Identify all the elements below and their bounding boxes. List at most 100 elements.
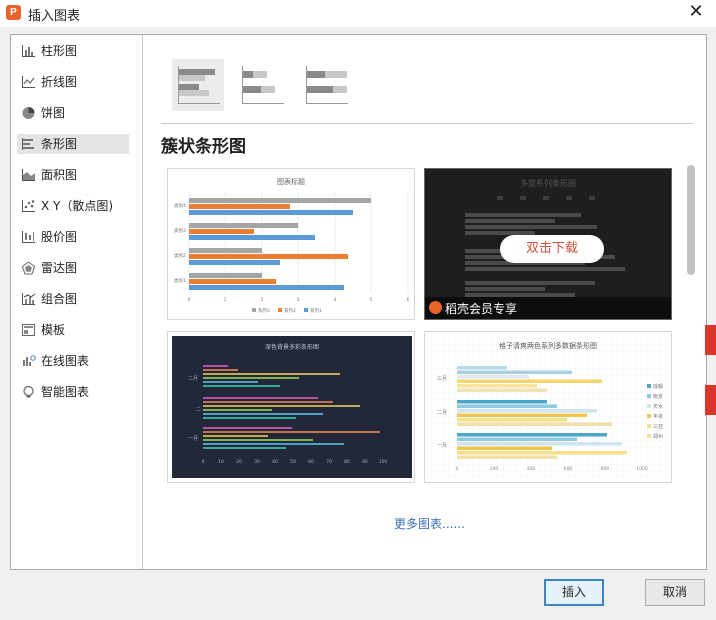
sidebar-item-label: 在线图表	[41, 354, 90, 368]
chart-type-sidebar: 柱形图 折线图 饼图 条形图 面积图 X Y（散点图) 股价图 雷达图 组合图 …	[11, 35, 143, 569]
radar-chart-icon	[21, 261, 36, 275]
template-card-navy[interactable]: 深色背景多彩条形图 二月 二 一月 0 10 20 30 40 50 60 70 80 90 100	[167, 331, 415, 483]
sidebar-item-label: 折线图	[41, 75, 78, 89]
sidebar-item-bar[interactable]: 条形图	[17, 134, 129, 154]
tick-label: 5	[370, 297, 373, 303]
tick-label: 50	[290, 459, 296, 465]
preview-title: 格子清爽两色系列多数据条形图	[499, 341, 597, 350]
sidebar-item-template[interactable]: 模板	[17, 320, 129, 340]
line-chart-icon	[22, 76, 35, 88]
legend-label: 成都	[653, 383, 663, 390]
sidebar-item-column[interactable]: 柱形图	[17, 41, 129, 61]
tick-label: 10	[218, 459, 224, 465]
column-chart-icon	[22, 45, 35, 57]
category-label: 二	[196, 407, 201, 413]
tick-label: 600	[564, 466, 573, 472]
sidebar-item-line[interactable]: 折线图	[17, 72, 129, 92]
member-label: 稻壳会员专享	[445, 302, 518, 316]
tick-label: 0	[202, 459, 205, 465]
template-preview-navy: 深色背景多彩条形图 二月 二 一月 0 10 20 30 40 50 60 70 80 90 100	[168, 332, 414, 482]
section-heading: 簇状条形图	[161, 137, 246, 157]
category-label: 类别1	[174, 277, 186, 284]
tick-label: 0	[456, 466, 459, 472]
sidebar-item-scatter[interactable]: X Y（散点图)	[17, 196, 129, 216]
template-card-basic[interactable]: 图表标题 类别4 类别3 类别2 类别1 0123456 系列3 系列2 系列1	[167, 168, 415, 320]
tick-label: 20	[236, 459, 242, 465]
templates-scrollbar[interactable]	[687, 165, 695, 275]
cancel-button[interactable]: 取消	[645, 579, 705, 606]
sidebar-item-label: 饼图	[41, 106, 66, 120]
tick-label: 1	[224, 297, 227, 303]
tick-label: 60	[308, 459, 314, 465]
category-label: 类别2	[174, 252, 186, 259]
docer-logo-icon	[429, 301, 442, 314]
legend-label: 丰泉	[653, 413, 663, 420]
sidebar-item-pie[interactable]: 饼图	[17, 103, 129, 123]
percent-stacked-bar-icon	[306, 66, 348, 104]
tick-label: 3	[297, 297, 300, 303]
pie-chart-icon	[22, 107, 35, 119]
area-chart-icon	[22, 169, 35, 181]
legend-label: 系列1	[310, 307, 322, 314]
background-window-edge	[705, 325, 716, 355]
tick-label: 70	[326, 459, 332, 465]
tick-label: 200	[490, 466, 499, 472]
sidebar-item-combo[interactable]: 组合图	[17, 289, 129, 309]
legend-label: 天水	[653, 403, 663, 410]
sidebar-item-area[interactable]: 面积图	[17, 165, 129, 185]
template-preview-grid: 格子清爽两色系列多数据条形图 三月 二月 一月 0 200 400 600 800 100…	[425, 332, 671, 482]
stock-chart-icon	[22, 231, 35, 243]
tick-label: 1000	[636, 466, 648, 472]
tick-label: 400	[527, 466, 536, 472]
template-card-grid[interactable]: 格子清爽两色系列多数据条形图 三月 二月 一月 0 200 400 600 800 100…	[424, 331, 672, 483]
category-label: 一月	[188, 436, 198, 442]
preview-title: 多篮系列条形图	[520, 178, 576, 188]
close-icon[interactable]: ✕	[686, 2, 706, 22]
legend-label: 三亚	[653, 424, 663, 430]
legend-label: 郑州	[653, 433, 663, 440]
category-label: 类别4	[174, 202, 186, 209]
combo-chart-icon	[22, 293, 36, 305]
sidebar-item-label: 组合图	[41, 292, 78, 306]
tick-label: 2	[261, 297, 264, 303]
stacked-bar-icon	[242, 66, 284, 104]
sidebar-item-label: 雷达图	[41, 261, 78, 275]
tick-label: 90	[362, 459, 368, 465]
tick-label: 100	[379, 459, 388, 465]
insert-button[interactable]: 插入	[544, 579, 604, 606]
category-label: 二月	[437, 410, 447, 416]
sidebar-item-stock[interactable]: 股价图	[17, 227, 129, 247]
preview-title: 深色背景多彩条形图	[265, 343, 319, 351]
app-logo-icon: P	[6, 5, 21, 20]
dialog-content: 柱形图 折线图 饼图 条形图 面积图 X Y（散点图) 股价图 雷达图 组合图 …	[10, 34, 707, 570]
category-label: 类别3	[174, 227, 186, 234]
subtype-percent-stacked-bar[interactable]	[300, 59, 352, 111]
section-divider	[161, 123, 693, 124]
sidebar-item-label: 股价图	[41, 230, 78, 244]
bar-chart-icon	[22, 138, 34, 150]
more-charts-link[interactable]: 更多图表......	[394, 515, 465, 532]
sidebar-item-label: 柱形图	[41, 44, 78, 58]
clustered-bar-icon	[178, 66, 220, 104]
sidebar-item-label: 条形图	[41, 137, 78, 151]
tick-label: 30	[254, 459, 260, 465]
tick-label: 800	[601, 466, 610, 472]
template-card-premium[interactable]: 多篮系列条形图 双击下载 稻壳会员专享	[424, 168, 672, 320]
background-window-edge	[705, 385, 716, 415]
subtype-stacked-bar[interactable]	[236, 59, 288, 111]
download-button[interactable]: 双击下载	[500, 235, 604, 263]
subtype-clustered-bar[interactable]	[172, 59, 224, 111]
sidebar-item-online[interactable]: 在线图表	[17, 351, 129, 371]
tick-label: 4	[334, 297, 337, 303]
sidebar-item-label: 面积图	[41, 168, 78, 182]
sidebar-item-label: 模板	[41, 323, 66, 337]
title-bar: P 插入图表 ✕	[0, 0, 716, 27]
member-badge: 稻壳会员专享	[425, 297, 671, 319]
sidebar-item-radar[interactable]: 雷达图	[17, 258, 129, 278]
sidebar-item-smart[interactable]: 智能图表	[17, 382, 129, 402]
smart-chart-icon	[23, 385, 34, 398]
tick-label: 80	[344, 459, 350, 465]
preview-title: 图表标题	[277, 177, 305, 186]
template-icon	[22, 324, 35, 336]
sidebar-item-label: 智能图表	[41, 385, 90, 399]
